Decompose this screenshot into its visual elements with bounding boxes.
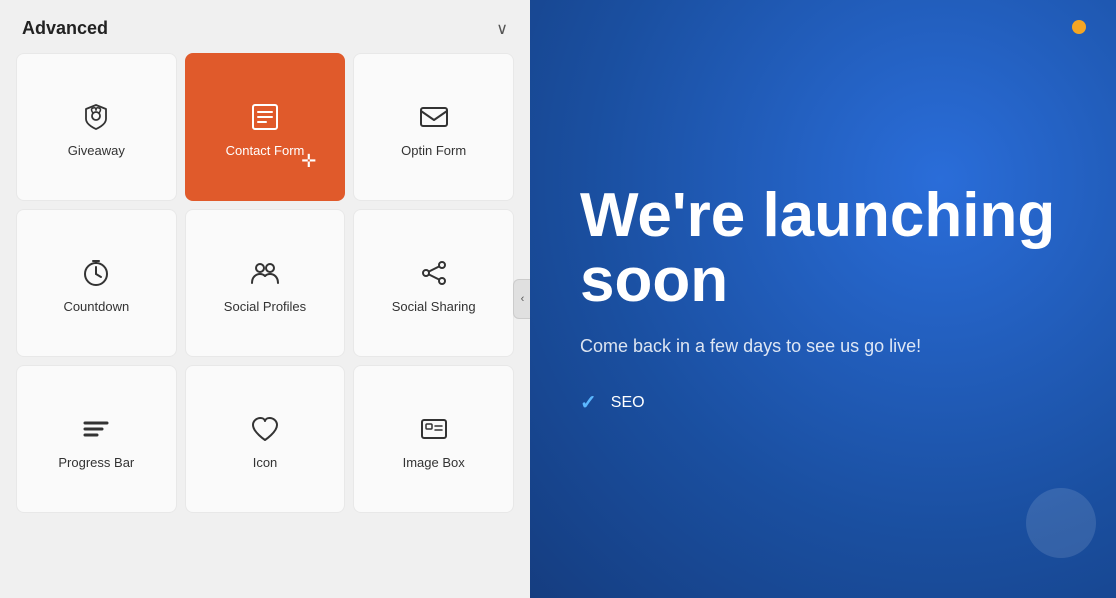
grid-item-image-box[interactable]: Image Box [353,365,514,513]
grid-item-giveaway[interactable]: Giveaway [16,53,177,201]
panel-header: Advanced ∨ [0,0,530,53]
social-profiles-icon [249,257,281,289]
countdown-label: Countdown [63,299,129,314]
grid-item-optin-form[interactable]: Optin Form [353,53,514,201]
widget-grid: Giveaway Contact Form ✛ Optin [0,53,530,523]
feature-seo-label: SEO [611,394,645,412]
social-sharing-label: Social Sharing [392,299,476,314]
optin-form-icon [418,101,450,133]
progress-bar-icon [80,413,112,445]
image-box-label: Image Box [403,455,465,470]
decorative-dot-orange [1072,20,1086,34]
panel-title: Advanced [22,18,108,39]
grid-item-icon[interactable]: Icon [185,365,346,513]
social-sharing-icon [418,257,450,289]
contact-form-icon [249,101,281,133]
giveaway-label: Giveaway [68,143,125,158]
grid-item-progress-bar[interactable]: Progress Bar [16,365,177,513]
grid-item-social-sharing[interactable]: Social Sharing [353,209,514,357]
right-panel: We're launching soon Come back in a few … [530,0,1116,598]
countdown-icon [80,257,112,289]
optin-form-label: Optin Form [401,143,466,158]
grid-item-countdown[interactable]: Countdown [16,209,177,357]
icon-widget-icon [249,413,281,445]
social-profiles-label: Social Profiles [224,299,306,314]
sub-text: Come back in a few days to see us go liv… [580,333,980,360]
decorative-dot-blue [1026,488,1096,558]
collapse-tab[interactable]: ‹ [513,279,530,319]
chevron-down-icon: ∨ [496,19,508,39]
grid-item-contact-form[interactable]: Contact Form ✛ [185,53,346,201]
feature-item-seo: ✓ SEO [580,390,1066,415]
right-content: We're launching soon Come back in a few … [580,183,1066,415]
left-panel: Advanced ∨ Giveaway [0,0,530,598]
contact-form-label: Contact Form [226,143,305,158]
progress-bar-label: Progress Bar [58,455,134,470]
image-box-icon [418,413,450,445]
feature-list: ✓ SEO [580,390,1066,415]
collapse-icon: ‹ [521,293,525,305]
check-icon: ✓ [580,390,597,415]
grid-item-social-profiles[interactable]: Social Profiles [185,209,346,357]
main-heading: We're launching soon [580,183,1066,313]
giveaway-icon [80,101,112,133]
icon-widget-label: Icon [253,455,278,470]
move-cursor-icon: ✛ [301,151,316,172]
